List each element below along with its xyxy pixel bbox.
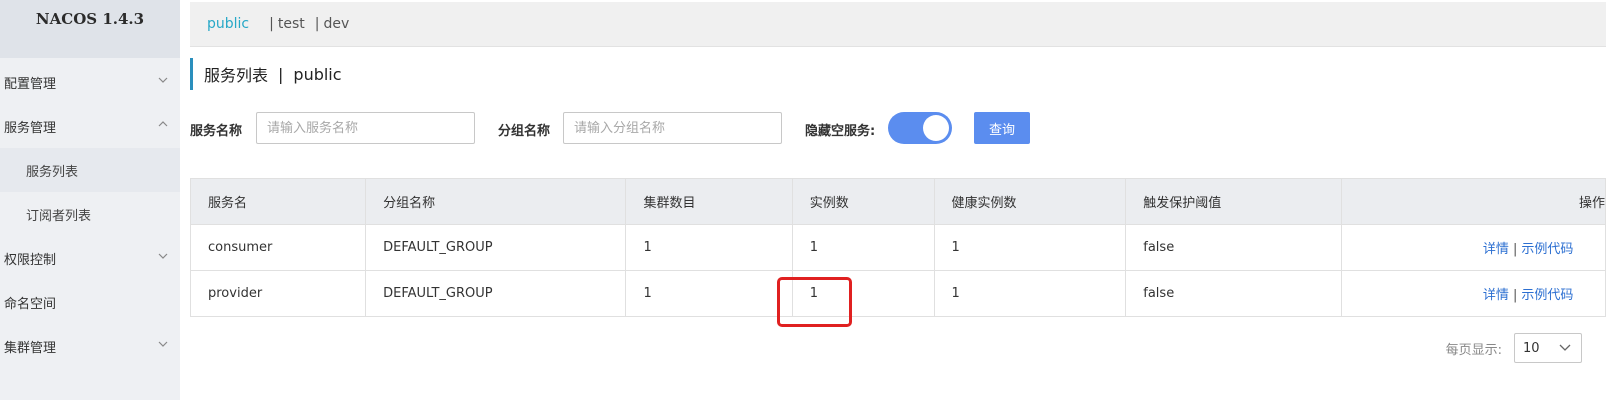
page-title-text: 服务列表: [204, 66, 269, 85]
namespace-bar: public | test | dev: [190, 2, 1606, 47]
cell-operations: 详情 | 示例代码: [1340, 270, 1606, 317]
cell-clusters: 1: [625, 224, 793, 271]
cell-group: DEFAULT_GROUP: [365, 224, 627, 271]
cell-clusters: 1: [625, 270, 793, 317]
cell-threshold: false: [1125, 270, 1342, 317]
sidebar-item-cluster-management[interactable]: 集群管理: [0, 324, 180, 368]
sidebar-item-label: 命名空间: [4, 296, 57, 312]
cell-group: DEFAULT_GROUP: [365, 270, 627, 317]
cell-instances: 1: [791, 224, 935, 271]
sidebar-item-config-management[interactable]: 配置管理: [0, 60, 180, 104]
namespace-separator: |: [269, 16, 274, 32]
service-name-input[interactable]: [256, 112, 475, 144]
cell-operations: 详情 | 示例代码: [1340, 224, 1606, 271]
chevron-down-icon: [1559, 344, 1571, 351]
query-button[interactable]: 查询: [974, 112, 1030, 144]
cell-healthy: 1: [933, 270, 1127, 317]
chevron-down-icon: [158, 253, 168, 259]
detail-link[interactable]: 详情: [1483, 288, 1509, 303]
main-content: public | test | dev 服务列表 | public 服务名称 分…: [189, 0, 1606, 400]
app-logo: NACOS 1.4.3: [0, 0, 180, 58]
group-name-label: 分组名称: [498, 124, 551, 139]
column-header: 健康实例数: [933, 178, 1127, 225]
page-title: 服务列表 | public: [190, 58, 342, 90]
page-size-select[interactable]: 10: [1514, 333, 1582, 363]
sidebar-item-label: 订阅者列表: [26, 208, 92, 224]
sidebar-item-label: 权限控制: [4, 252, 57, 268]
column-header: 服务名: [189, 178, 367, 225]
detail-link[interactable]: 详情: [1483, 242, 1509, 257]
op-separator: |: [1512, 288, 1518, 303]
page-title-namespace: public: [293, 64, 342, 84]
cell-healthy: 1: [933, 224, 1127, 271]
sidebar-item-subscriber-list[interactable]: 订阅者列表: [0, 192, 180, 236]
hide-empty-toggle[interactable]: [888, 112, 952, 144]
table-header-row: 服务名 分组名称 集群数目 实例数 健康实例数 触发保护阈值 操作: [189, 178, 1606, 225]
group-name-input[interactable]: [563, 112, 782, 144]
column-header: 实例数: [791, 178, 935, 225]
sidebar-item-label: 集群管理: [4, 340, 57, 356]
cell-service: consumer: [189, 224, 367, 271]
service-table: 服务名 分组名称 集群数目 实例数 健康实例数 触发保护阈值 操作 consum…: [189, 178, 1606, 317]
pagination: 每页显示: 10: [1446, 333, 1582, 363]
hide-empty-label: 隐藏空服务:: [805, 124, 876, 139]
column-header: 集群数目: [625, 178, 793, 225]
sidebar-item-label: 配置管理: [4, 76, 57, 92]
toggle-knob: [923, 115, 949, 141]
page-size-label: 每页显示:: [1445, 342, 1502, 358]
sidebar-item-label: 服务列表: [26, 164, 79, 180]
column-header: 操作: [1340, 178, 1606, 225]
column-header: 触发保护阈值: [1125, 178, 1342, 225]
page-size-value: 10: [1523, 340, 1540, 356]
namespace-separator: |: [314, 16, 320, 32]
chevron-down-icon: [158, 77, 168, 83]
cell-instances: 1: [791, 270, 935, 317]
cell-service: provider: [189, 270, 367, 317]
namespace-dev[interactable]: dev: [323, 16, 349, 32]
table-row: provider DEFAULT_GROUP 1 1 1 false 详情 | 示例…: [189, 270, 1606, 317]
op-separator: |: [1512, 242, 1518, 257]
table-row: consumer DEFAULT_GROUP 1 1 1 false 详情 | 示例…: [189, 224, 1606, 271]
filter-bar: 服务名称 分组名称 隐藏空服务: 查询: [190, 112, 1090, 144]
sample-code-link[interactable]: 示例代码: [1521, 242, 1573, 257]
service-name-label: 服务名称: [190, 124, 243, 139]
chevron-down-icon: [158, 341, 168, 347]
cell-threshold: false: [1125, 224, 1342, 271]
namespace-test[interactable]: test: [278, 16, 305, 32]
sidebar-item-service-management[interactable]: 服务管理: [0, 104, 180, 148]
column-header: 分组名称: [365, 178, 627, 225]
sidebar: NACOS 1.4.3 配置管理 服务管理 服务列表 订阅者列表 权限控制 命名…: [0, 0, 180, 400]
sidebar-item-namespace[interactable]: 命名空间: [0, 280, 180, 324]
sidebar-item-label: 服务管理: [4, 120, 57, 136]
sidebar-item-access-control[interactable]: 权限控制: [0, 236, 180, 280]
page-title-separator: |: [278, 64, 284, 84]
sample-code-link[interactable]: 示例代码: [1521, 288, 1573, 303]
namespace-public[interactable]: public: [207, 16, 249, 32]
chevron-up-icon: [158, 121, 168, 127]
sidebar-item-service-list[interactable]: 服务列表: [0, 148, 180, 192]
